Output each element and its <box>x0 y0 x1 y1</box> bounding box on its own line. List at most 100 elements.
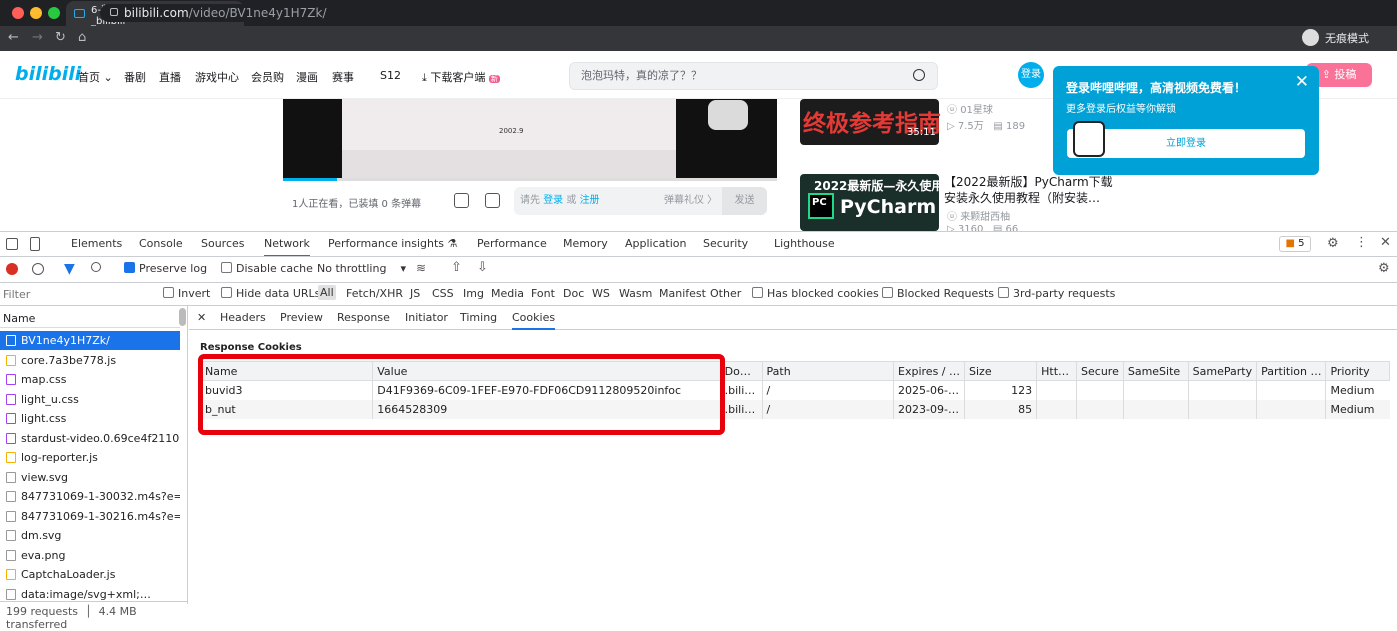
cookie-column-header[interactable]: Size <box>964 361 1038 381</box>
popup-close-icon[interactable]: ✕ <box>1295 72 1309 92</box>
throttling-select[interactable]: No throttling ▾ <box>317 262 406 275</box>
more-menu-icon[interactable]: ⋮ <box>1355 235 1368 250</box>
nav-manga[interactable]: 漫画 <box>296 69 318 85</box>
nav-live[interactable]: 直播 <box>159 69 181 85</box>
blocked-requests-checkbox[interactable]: Blocked Requests <box>882 287 994 300</box>
nav-download-client[interactable]: ⤓ 下载客户端 新 <box>422 69 500 85</box>
nav-game-center[interactable]: 游戏中心 <box>195 69 239 85</box>
search-input[interactable]: 泡泡玛特，真的凉了？？ <box>569 62 938 90</box>
tab-sources[interactable]: Sources <box>201 237 245 250</box>
filter-type-ws[interactable]: WS <box>592 287 610 300</box>
tab-initiator[interactable]: Initiator <box>405 311 448 324</box>
network-conditions-icon[interactable]: ≋ <box>416 261 426 275</box>
request-row[interactable]: light.css <box>0 409 180 428</box>
settings-gear-icon[interactable]: ⚙ <box>1327 236 1339 251</box>
cookie-column-header[interactable]: SameParty <box>1187 361 1258 381</box>
request-row[interactable]: log-reporter.js <box>0 448 180 467</box>
incognito-indicator[interactable]: 无痕模式 <box>1302 29 1369 46</box>
login-avatar-button[interactable]: 登录 <box>1018 62 1044 88</box>
search-icon[interactable] <box>913 69 925 81</box>
hide-data-urls-checkbox[interactable]: Hide data URLs <box>221 287 320 300</box>
reload-icon[interactable]: ↻ <box>55 30 66 45</box>
filter-type-media[interactable]: Media <box>491 287 524 300</box>
cookie-column-header[interactable]: Priority <box>1325 361 1390 381</box>
issues-badge[interactable]: ■ 5 <box>1279 236 1311 252</box>
request-row[interactable]: map.css <box>0 370 180 389</box>
request-row[interactable]: eva.png <box>0 546 180 565</box>
close-devtools-icon[interactable]: ✕ <box>1380 235 1391 250</box>
tab-security[interactable]: Security <box>703 237 748 250</box>
request-row[interactable]: view.svg <box>0 468 180 487</box>
inspect-element-icon[interactable] <box>6 238 18 250</box>
record-icon[interactable] <box>6 263 18 275</box>
filter-type-css[interactable]: CSS <box>432 287 454 300</box>
nav-mall[interactable]: 会员购 <box>251 69 284 85</box>
close-window-button[interactable] <box>12 7 24 19</box>
preserve-log-checkbox[interactable]: Preserve log <box>124 262 207 275</box>
tab-cookies[interactable]: Cookies <box>512 311 556 330</box>
danmaku-etiquette-link[interactable]: 弹幕礼仪 〉 <box>664 187 717 215</box>
search-icon[interactable] <box>91 262 101 272</box>
request-row[interactable]: BV1ne4y1H7Zk/ <box>0 331 180 350</box>
recommend-title[interactable]: 【2022最新版】PyCharm下载 安装永久使用教程（附安装… <box>944 174 1113 206</box>
disable-cache-checkbox[interactable]: Disable cache <box>221 262 313 275</box>
tab-console[interactable]: Console <box>139 237 183 250</box>
filter-type-all[interactable]: All <box>318 285 336 300</box>
filter-type-other[interactable]: Other <box>710 287 741 300</box>
filter-type-fetch-xhr[interactable]: Fetch/XHR <box>346 287 403 300</box>
blocked-cookies-checkbox[interactable]: Has blocked cookies <box>752 287 879 300</box>
nav-home[interactable]: 首页 ⌄ <box>78 69 113 85</box>
nav-bangumi[interactable]: 番剧 <box>124 69 146 85</box>
nav-esports[interactable]: 赛事 <box>332 69 354 85</box>
tab-application[interactable]: Application <box>625 237 686 250</box>
tab-elements[interactable]: Elements <box>71 237 122 250</box>
cookie-column-header[interactable]: Expires / … <box>893 361 966 381</box>
danmaku-toggle-icon[interactable] <box>454 193 469 208</box>
send-danmaku-button[interactable]: 发送 <box>722 187 767 215</box>
danmaku-settings-icon[interactable] <box>485 193 500 208</box>
network-settings-icon[interactable]: ⚙ <box>1378 261 1390 276</box>
tab-preview[interactable]: Preview <box>280 311 323 324</box>
request-row[interactable]: CaptchaLoader.js <box>0 565 180 584</box>
tab-network[interactable]: Network <box>264 237 310 257</box>
tab-response[interactable]: Response <box>337 311 390 324</box>
export-har-icon[interactable]: ⇩ <box>477 260 488 275</box>
third-party-checkbox[interactable]: 3rd-party requests <box>998 287 1115 300</box>
tab-lighthouse[interactable]: Lighthouse <box>774 237 835 250</box>
filter-type-doc[interactable]: Doc <box>563 287 584 300</box>
cookie-column-header[interactable]: Partition … <box>1256 361 1327 381</box>
url-field[interactable]: bilibili.com/video/BV1ne4y1H7Zk/ <box>100 4 1205 22</box>
zoom-window-button[interactable] <box>48 7 60 19</box>
column-header-name[interactable]: Name <box>0 309 180 328</box>
scrollbar[interactable] <box>179 308 186 326</box>
danmaku-register-link[interactable]: 注册 <box>580 195 600 206</box>
tab-performance[interactable]: Performance <box>477 237 547 250</box>
play-icon[interactable] <box>708 100 748 130</box>
request-row[interactable]: 847731069-1-30216.m4s?e=i… <box>0 507 180 526</box>
cookie-column-header[interactable]: Path <box>761 361 895 381</box>
cookie-column-header[interactable]: Htt… <box>1036 361 1078 381</box>
progress-bar[interactable] <box>283 178 777 181</box>
cookie-column-header[interactable]: Secure <box>1076 361 1124 381</box>
tab-performance-insights[interactable]: Performance insights ⚗ <box>328 237 457 250</box>
clear-icon[interactable] <box>32 263 44 275</box>
bilibili-logo[interactable]: bilibili <box>15 63 81 85</box>
request-row[interactable]: dm.svg <box>0 526 180 545</box>
filter-type-manifest[interactable]: Manifest <box>659 287 706 300</box>
cookie-column-header[interactable]: Do… <box>719 361 763 381</box>
back-icon[interactable]: ← <box>8 30 19 45</box>
invert-checkbox[interactable]: Invert <box>163 287 210 300</box>
tab-memory[interactable]: Memory <box>563 237 608 250</box>
filter-type-font[interactable]: Font <box>531 287 555 300</box>
request-row[interactable]: stardust-video.0.69ce4f2110b… <box>0 429 180 448</box>
filter-icon[interactable]: ▼ <box>64 261 75 277</box>
request-row[interactable]: light_u.css <box>0 390 180 409</box>
tab-headers[interactable]: Headers <box>220 311 266 324</box>
device-toolbar-icon[interactable] <box>30 237 40 251</box>
import-har-icon[interactable]: ⇧ <box>451 260 462 275</box>
minimize-window-button[interactable] <box>30 7 42 19</box>
cookie-column-header[interactable]: SameSite <box>1122 361 1189 381</box>
uploader-name[interactable]: ⓤ 01星球 <box>947 101 993 116</box>
uploader-name[interactable]: ⓤ 来颗甜西柚 <box>947 208 1010 223</box>
nav-s12[interactable]: S12 <box>380 69 401 82</box>
